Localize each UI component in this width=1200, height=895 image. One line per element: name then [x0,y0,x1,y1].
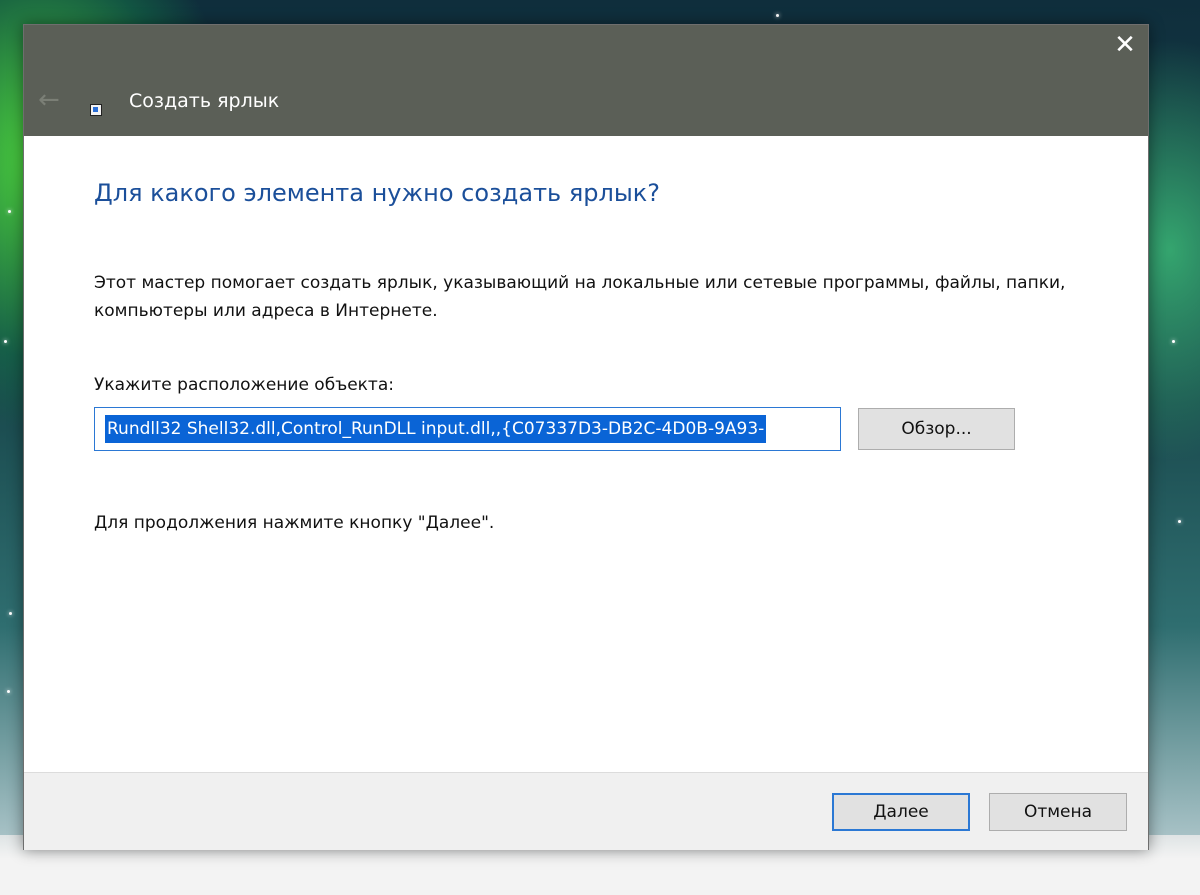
continue-hint: Для продолжения нажмите кнопку "Далее". [94,513,495,533]
location-label: Укажите расположение объекта: [94,375,394,395]
wallpaper-star [9,612,12,615]
wizard-description: Этот мастер помогает создать ярлык, указ… [94,273,1066,321]
close-icon: ✕ [1114,30,1136,60]
close-button[interactable]: ✕ [1102,25,1148,67]
title-bar: ← Создать ярлык ✕ [24,25,1148,136]
wallpaper-star [4,340,7,343]
location-input-value: Rundll32 Shell32.dll,Control_RunDLL inpu… [105,415,767,443]
wizard-heading: Для какого элемента нужно создать ярлык? [94,179,661,207]
dialog-footer: Далее Отмена [24,772,1148,850]
browse-button[interactable]: Обзор... [858,408,1015,450]
wallpaper-star [7,690,10,693]
back-arrow-icon[interactable]: ← [38,87,68,113]
location-input[interactable]: Rundll32 Shell32.dll,Control_RunDLL inpu… [94,407,841,451]
wallpaper-star [776,14,779,17]
wallpaper-star [8,210,11,213]
create-shortcut-dialog: ← Создать ярлык ✕ Для какого элемента ну… [23,24,1149,850]
wallpaper-star [1172,340,1175,343]
next-button[interactable]: Далее [832,793,970,831]
wallpaper-star [1178,520,1181,523]
shortcut-wizard-icon [90,104,102,116]
cancel-button[interactable]: Отмена [989,793,1127,831]
dialog-title: Создать ярлык [129,90,280,112]
